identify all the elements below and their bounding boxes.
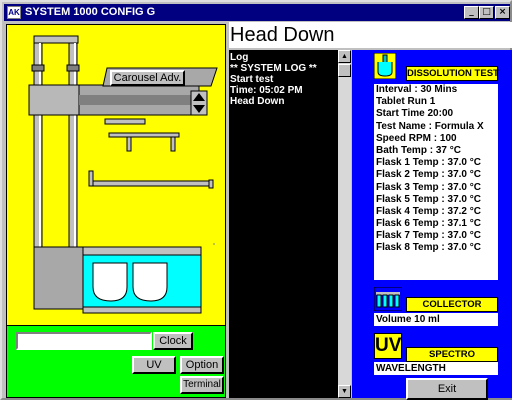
- log-line: Log: [230, 52, 249, 63]
- scroll-thumb[interactable]: [338, 64, 351, 77]
- vessel-1: [92, 262, 128, 302]
- system-log: Log ** SYSTEM LOG ** Start test Time: 05…: [229, 50, 338, 398]
- uv-button[interactable]: UV: [132, 356, 176, 374]
- wavelength-field: WAVELENGTH: [374, 362, 498, 375]
- param-line: Bath Temp : 37 °C: [376, 144, 461, 156]
- test-tubes-icon: [374, 287, 402, 311]
- vessel-2: [132, 262, 168, 302]
- param-line: Test Name : Formula X: [376, 120, 484, 132]
- param-line: Flask 1 Temp : 37.0 °C: [376, 157, 481, 169]
- window-title: SYSTEM 1000 CONFIG G: [25, 6, 156, 18]
- terminal-button[interactable]: Terminal: [180, 376, 224, 394]
- param-line: Flask 4 Temp : 37.2 °C: [376, 205, 481, 217]
- clock-button[interactable]: Clock: [153, 332, 193, 350]
- param-line: Flask 2 Temp : 37.0 °C: [376, 169, 481, 181]
- param-line: Flask 5 Temp : 37.0 °C: [376, 193, 481, 205]
- status-title: Head Down: [229, 22, 512, 48]
- param-line: Flask 3 Temp : 37.0 °C: [376, 181, 481, 193]
- param-line: Start Time 20:00: [376, 108, 454, 120]
- dissolution-icon: [374, 53, 396, 79]
- collector-volume: Volume 10 ml: [374, 313, 498, 326]
- collector-label: COLLECTOR: [406, 297, 498, 312]
- option-button[interactable]: Option: [180, 356, 224, 374]
- clock-input[interactable]: [16, 332, 152, 350]
- log-line: Time: 05:02 PM: [230, 85, 303, 96]
- dissolution-test-label: DISSOLUTION TEST: [406, 66, 499, 81]
- app-window: AK SYSTEM 1000 CONFIG G _ □ × Carousel A…: [0, 0, 512, 400]
- close-button[interactable]: ×: [495, 6, 510, 19]
- dissolution-parameters: Interval : 30 Mins Tablet Run 1 Start Ti…: [374, 84, 498, 280]
- app-icon[interactable]: AK: [7, 6, 21, 19]
- scroll-down-arrow-icon[interactable]: ▼: [338, 385, 351, 398]
- maximize-button[interactable]: □: [479, 6, 494, 19]
- param-line: Speed RPM : 100: [376, 132, 457, 144]
- scroll-up-arrow-icon[interactable]: ▲: [338, 50, 351, 63]
- carousel-advance-button[interactable]: Carousel Adv.: [110, 70, 185, 86]
- param-line: Flask 7 Temp : 37.0 °C: [376, 230, 481, 242]
- spectro-label: SPECTRO: [406, 347, 498, 362]
- param-line: Flask 6 Temp : 37.1 °C: [376, 218, 481, 230]
- param-line: Tablet Run 1: [376, 96, 436, 108]
- instrument-base: [33, 246, 85, 310]
- exit-button[interactable]: Exit: [406, 378, 488, 400]
- log-line: ** SYSTEM LOG **: [230, 63, 317, 74]
- title-bar[interactable]: AK SYSTEM 1000 CONFIG G _ □ ×: [4, 4, 510, 21]
- machine-panel: Carousel Adv.: [6, 24, 226, 326]
- param-line: Interval : 30 Mins: [376, 84, 458, 95]
- log-line: Head Down: [230, 96, 285, 107]
- param-line: Flask 8 Temp : 37.0 °C: [376, 242, 481, 254]
- minimize-button[interactable]: _: [464, 6, 479, 19]
- log-line: Start test: [230, 74, 274, 85]
- top-crossbar: [33, 35, 79, 44]
- uv-icon: UV: [374, 333, 402, 359]
- log-scrollbar[interactable]: ▲ ▼: [338, 50, 351, 398]
